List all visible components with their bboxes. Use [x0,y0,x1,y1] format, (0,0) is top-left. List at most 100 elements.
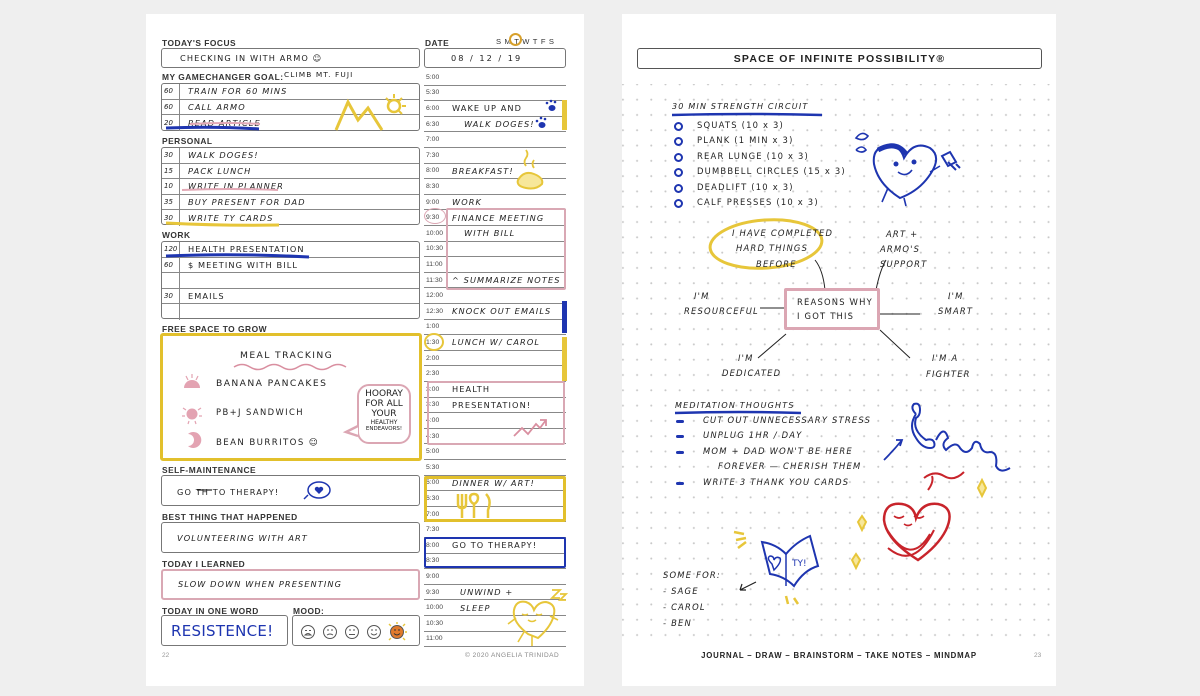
mood-selector [292,615,420,646]
task-row[interactable]: 30 WALK DOGES! [162,148,419,164]
schedule-row[interactable]: 12:00 [424,288,566,304]
phone-doodle-icon [883,402,1011,472]
schedule-time: 12:00 [426,292,444,300]
checkmark-icon[interactable] [674,183,683,193]
schedule-time: 6:00 [426,104,440,112]
schedule-row[interactable]: 2:00 [424,351,566,367]
schedule-time: 1:00 [426,323,440,331]
bubble-tail [342,424,359,438]
meditation-item: UNPLUG 1HR / DAY [703,430,803,440]
schedule-time: 9:30 [426,588,440,596]
bullet-dash-icon [676,435,684,438]
learned-field[interactable]: SLOW DOWN WHEN PRESENTING [161,569,420,600]
bubble-line: FOR ALL [365,399,403,409]
meal-item: BEAN BURRITOS ☺ [216,438,320,448]
copyright-text: © 2020 ANGELIA TRINIDAD [465,652,560,659]
time-circle-130 [424,333,444,351]
schedule-event: WAKE UP AND [452,103,523,114]
todays-focus-label: TODAY'S FOCUS [162,38,237,48]
task-text: BUY PRESENT FOR DAD [188,196,306,207]
task-row[interactable]: 15 PACK LUNCH [162,163,419,179]
task-row[interactable] [162,304,419,320]
checkmark-icon[interactable] [674,152,683,162]
mindmap-center-line: I GOT THIS [797,311,855,321]
schedule-row[interactable]: 5:00 [424,70,566,86]
some-for-name: - BEN [663,618,692,628]
task-minutes: 10 [162,179,180,194]
checkmark-icon[interactable] [674,122,683,131]
schedule-row[interactable]: 5:30 [424,460,566,476]
task-minutes: 30 [162,288,180,303]
best-thing-field[interactable]: VOLUNTEERING WITH ART [161,522,420,553]
checkmark-icon[interactable] [674,199,683,208]
sad-face-icon[interactable] [323,625,337,639]
dinner-block[interactable] [424,476,566,522]
mindmap-node-support: ART + [886,229,919,239]
task-text: $ MEETING WITH BILL [188,259,299,270]
task-row[interactable]: 35 BUY PRESENT FOR DAD [162,194,419,210]
self-maintenance-label: SELF-MAINTENANCE [162,465,257,475]
schedule-row[interactable]: 2:30 [424,366,566,382]
todays-focus-value: CHECKING IN WITH ARMO ☺ [180,53,323,63]
schedule-time: 9:00 [426,572,440,580]
hugging-heart-doodle-icon [882,471,988,562]
mindmap-node-completed: HARD THINGS [736,243,809,253]
schedule-row[interactable]: 1:30 LUNCH W/ CAROL [424,335,566,351]
blue-underline-decoration [165,253,310,259]
schedule-event: WORK [452,197,482,208]
mindmap-node-support: SUPPORT [880,259,928,269]
self-maintenance-value: GO TH TO THERAPY! [177,487,280,497]
therapy-block[interactable] [424,537,566,568]
task-text: WALK DOGES! [188,150,259,161]
weekday-selector[interactable]: SMTWTFS [496,37,557,46]
schedule-time: 8:00 [426,167,440,175]
yellow-underline-decoration [165,221,280,227]
task-minutes: 35 [162,194,180,209]
schedule-time: 7:30 [426,151,440,159]
schedule-row[interactable]: 9:00 [424,569,566,585]
schedule-row[interactable]: 5:00 [424,444,566,460]
sun-icon [186,408,198,420]
happy-face-icon[interactable] [367,625,381,639]
mindmap-node-support: ARMO'S [880,244,921,254]
schedule-time: 7:00 [426,136,440,144]
schedule-event: UNWIND + [460,587,514,598]
neutral-face-icon[interactable] [345,625,359,639]
some-for-name: - SAGE [663,586,699,596]
schedule-row[interactable]: 7:30 [424,522,566,538]
yellow-marker-highlight [562,337,567,381]
one-word-field[interactable]: RESISTENCE! [161,615,288,646]
strikethrough-decoration [197,489,212,491]
schedule-time: 2:00 [426,354,440,362]
very-happy-face-icon-selected[interactable] [388,622,407,641]
very-sad-face-icon[interactable] [301,625,315,639]
schedule-row[interactable]: 1:00 [424,320,566,336]
schedule-row[interactable]: 12:30 KNOCK OUT EMAILS [424,304,566,320]
bullet-dash-icon [676,482,684,485]
task-text: CALL ARMO [188,101,246,112]
card-ty-text: TY! [791,559,807,569]
date-field[interactable]: 08 / 12 / 19 [424,48,566,68]
schedule-row[interactable]: 7:00 [424,132,566,148]
task-row[interactable]: 30 EMAILS [162,288,419,304]
task-minutes [162,304,180,320]
bubble-line: HOORAY [365,389,403,399]
mindmap-node-completed: BEFORE [756,259,797,269]
task-text: EMAILS [188,290,225,301]
selected-day-circle [509,33,522,46]
page-footer-text: JOURNAL – DRAW – BRAINSTORM – TAKE NOTES… [701,651,977,660]
meditation-item: WRITE 3 THANK YOU CARDS [703,477,850,487]
schedule-time: 8:30 [426,182,440,190]
todays-focus-field[interactable]: CHECKING IN WITH ARMO ☺ [161,48,420,68]
meal-item: PB+J SANDWICH [216,407,304,417]
fork-knife-doodle-icon [456,492,491,518]
learned-value: SLOW DOWN WHEN PRESENTING [178,579,343,589]
meditation-continuation: FOREVER — CHERISH THEM [718,461,862,471]
meal-tracking-title: MEAL TRACKING [240,350,334,361]
meditation-heading: MEDITATION THOUGHTS [675,401,795,410]
mindmap-center-box: REASONS WHY I GOT THIS [784,288,880,330]
meal-icons [182,374,202,448]
meal-item: BANANA PANCAKES [216,378,328,389]
task-row[interactable] [162,273,419,289]
finance-meeting-block[interactable] [446,208,566,290]
